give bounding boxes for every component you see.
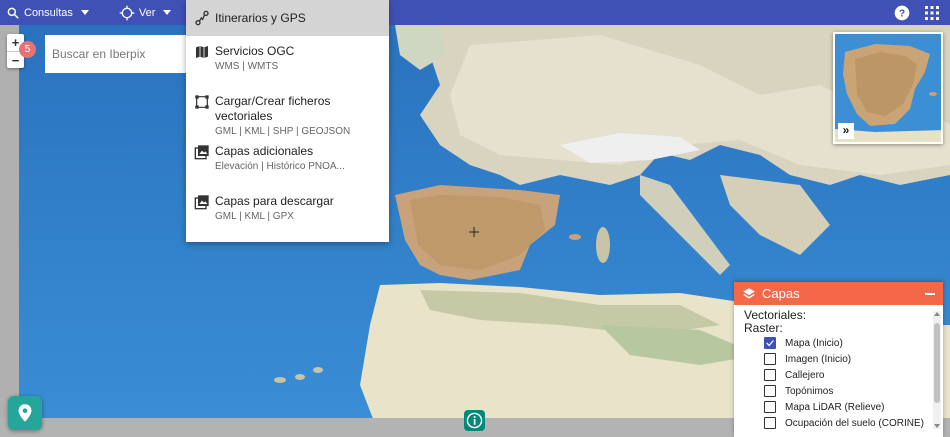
map-icon <box>196 46 208 58</box>
chevron-down-icon <box>163 10 172 15</box>
layer-row[interactable]: Mapa LiDAR (Relieve) <box>764 399 933 415</box>
chevron-down-icon <box>80 10 89 15</box>
layers-panel: Capas Vectoriales: Raster: Mapa (Inicio)… <box>734 282 943 437</box>
search-box <box>45 35 187 73</box>
crosshair-icon <box>119 5 135 20</box>
layers-panel-body: Vectoriales: Raster: Mapa (Inicio) Imagen… <box>734 305 943 437</box>
menu-item-subtitle: Elevación | Histórico PNOA... <box>215 161 345 172</box>
search-input[interactable] <box>52 47 187 61</box>
menu-item-servicios-ogc[interactable]: Servicios OGC WMS | WMTS <box>186 36 389 86</box>
layer-checkbox[interactable] <box>764 337 776 349</box>
svg-text:?: ? <box>899 8 905 19</box>
menu-item-title: Servicios OGC <box>215 44 295 58</box>
apps-grid-icon <box>925 5 939 20</box>
layer-checkbox[interactable] <box>764 369 776 381</box>
layers-scrollbar[interactable] <box>933 311 941 429</box>
layer-checkbox[interactable] <box>764 353 776 365</box>
layer-checkbox[interactable] <box>764 401 776 413</box>
layers-panel-title: Capas <box>762 286 800 301</box>
ver-label: Ver <box>138 6 156 19</box>
layer-row[interactable]: Mapa (Inicio) <box>764 335 933 351</box>
apps-button[interactable] <box>920 0 944 25</box>
layer-label: Mapa (Inicio) <box>785 337 843 349</box>
layers-panel-header[interactable]: Capas <box>734 282 943 305</box>
layer-checkbox[interactable] <box>764 417 776 429</box>
raster-label: Raster: <box>744 321 783 335</box>
menu-item-title: Capas adicionales <box>215 144 314 158</box>
notification-badge[interactable]: 5 <box>19 41 36 58</box>
consultas-label: Consultas <box>24 6 73 19</box>
menu-item-itinerarios[interactable]: Itinerarios y GPS <box>186 0 389 36</box>
menu-item-title: Capas para descargar <box>215 194 334 208</box>
checkmark-icon <box>766 340 774 347</box>
help-icon: ? <box>894 5 910 20</box>
minimize-icon[interactable] <box>925 292 935 295</box>
route-icon <box>195 10 209 26</box>
menu-item-subtitle: GML | KML | SHP | GEOJSON <box>215 126 351 137</box>
image-layers-icon <box>194 195 209 210</box>
top-toolbar: Consultas Ver ? <box>0 0 950 25</box>
search-icon <box>7 7 19 19</box>
info-icon <box>466 412 483 429</box>
ver-menu-button[interactable]: Ver <box>113 0 178 25</box>
menu-item-cargar-vectoriales[interactable]: Cargar/Crear ficheros vectoriales GML | … <box>186 86 389 137</box>
layer-label: Callejero <box>785 369 825 381</box>
overview-expand-button[interactable]: » <box>838 123 854 139</box>
consultas-menu-button[interactable]: Consultas <box>0 0 95 25</box>
layer-label: Imagen (Inicio) <box>785 353 852 365</box>
layer-row[interactable]: Callejero <box>764 367 933 383</box>
layer-label: Mapa LiDAR (Relieve) <box>785 401 885 413</box>
overview-map[interactable]: » <box>833 32 943 144</box>
raster-layer-list: Mapa (Inicio) Imagen (Inicio) Callejero Top… <box>744 335 933 431</box>
layer-row[interactable]: Topónimos <box>764 383 933 399</box>
layer-row[interactable]: Imagen (Inicio) <box>764 351 933 367</box>
location-pin-icon <box>18 404 32 422</box>
layer-label: Ocupación del suelo (CORINE) <box>785 417 924 429</box>
menu-item-subtitle: GML | KML | GPX <box>215 211 294 222</box>
scrollbar-thumb[interactable] <box>934 323 940 403</box>
scroll-up-icon[interactable] <box>934 312 940 316</box>
layers-icon <box>743 287 755 299</box>
menu-item-title: Itinerarios y GPS <box>215 10 306 25</box>
menu-item-subtitle: WMS | WMTS <box>215 61 279 72</box>
help-button[interactable]: ? <box>890 0 914 25</box>
layer-checkbox[interactable] <box>764 385 776 397</box>
info-button[interactable] <box>464 410 485 431</box>
layer-row[interactable]: Ocupación del suelo (CORINE) <box>764 415 933 431</box>
menu-item-capas-adicionales[interactable]: Capas adicionales Elevación | Histórico … <box>186 136 389 186</box>
menu-item-capas-descargar[interactable]: Capas para descargar GML | KML | GPX <box>186 186 389 236</box>
image-layers-icon <box>194 145 209 160</box>
scroll-down-icon[interactable] <box>934 424 940 428</box>
location-button[interactable] <box>8 396 42 430</box>
menu-item-title: Cargar/Crear ficheros vectoriales <box>215 94 331 123</box>
vector-polygon-icon <box>195 95 209 109</box>
layer-label: Topónimos <box>785 385 834 397</box>
tools-dropdown-menu: Itinerarios y GPS Servicios OGC WMS | WM… <box>186 0 389 242</box>
